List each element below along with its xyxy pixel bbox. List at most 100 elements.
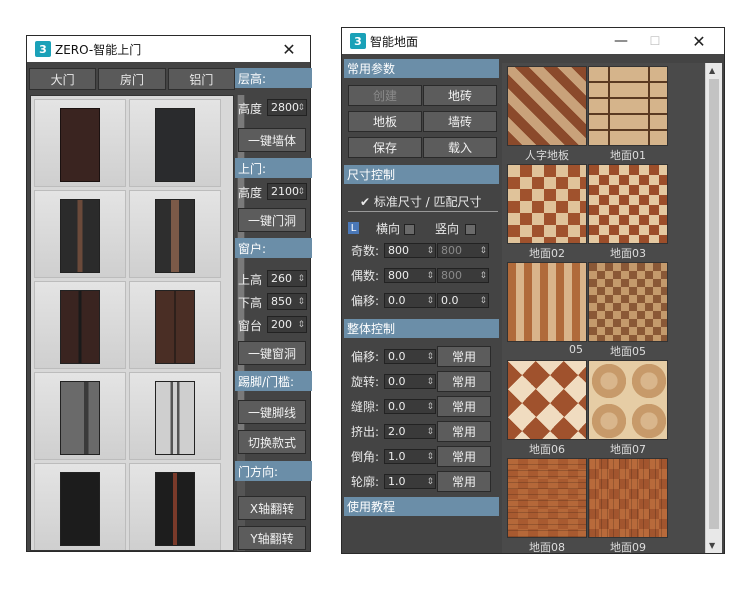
section-size-control: 尺寸控制 — [344, 165, 499, 184]
preset-button[interactable]: 常用 — [437, 446, 491, 467]
pattern-label: 地面07 — [610, 443, 646, 456]
overall-row-label: 旋转: — [351, 375, 380, 389]
floor-board-button[interactable]: 地板 — [348, 111, 422, 132]
save-button[interactable]: 保存 — [348, 137, 422, 158]
door-thumbnail[interactable] — [34, 99, 126, 187]
door-image — [60, 290, 100, 364]
minimize-icon[interactable]: — — [604, 28, 638, 54]
window-opening-button[interactable]: 一键窗洞 — [238, 341, 306, 365]
zero-door-window: 3 ZERO-智能上门 ✕ 大门 房门 铝门 层高: 高度 2800 一键墙体 … — [26, 35, 312, 552]
pattern-tile[interactable] — [507, 262, 587, 342]
flip-x-button[interactable]: X轴翻转 — [238, 496, 306, 520]
door-thumbnail[interactable] — [34, 281, 126, 369]
door-type-tabs: 大门 房门 铝门 — [29, 68, 235, 90]
title-bar[interactable]: 3 智能地面 — ☐ ✕ — [342, 28, 724, 54]
door-thumbnail[interactable] — [129, 99, 221, 187]
pattern-label: 地面03 — [610, 247, 646, 260]
tab-main-door[interactable]: 大门 — [29, 68, 97, 90]
door-thumbnail[interactable] — [34, 372, 126, 460]
load-button[interactable]: 载入 — [423, 137, 497, 158]
pattern-tile[interactable] — [507, 164, 587, 244]
overall-rotate-stepper[interactable]: 0.0 — [384, 374, 436, 389]
pattern-tile[interactable] — [588, 360, 668, 440]
offset-x-stepper[interactable]: 0.0 — [384, 293, 436, 308]
skirting-button[interactable]: 一键脚线 — [238, 400, 306, 424]
pattern-tile[interactable] — [588, 164, 668, 244]
even-width-stepper[interactable]: 800 — [384, 268, 436, 283]
offset-y-stepper[interactable]: 0.0 — [437, 293, 489, 308]
divider — [348, 211, 498, 212]
even-height-stepper[interactable]: 800 — [437, 268, 489, 283]
door-opening-button[interactable]: 一键门洞 — [238, 208, 306, 232]
tab-aluminum-door[interactable]: 铝门 — [167, 68, 235, 90]
overall-bevel-stepper[interactable]: 1.0 — [384, 449, 436, 464]
close-icon[interactable]: ✕ — [682, 28, 716, 54]
door-image — [60, 381, 100, 455]
upper-height-stepper[interactable]: 260 — [267, 270, 307, 287]
app-logo-icon: 3 — [350, 33, 366, 49]
overall-offset-stepper[interactable]: 0.0 — [384, 349, 436, 364]
scroll-up-icon[interactable]: ▲ — [709, 66, 715, 75]
door-height-stepper[interactable]: 2100 — [267, 183, 307, 200]
preset-button[interactable]: 常用 — [437, 346, 491, 367]
overall-row-label: 偏移: — [351, 350, 380, 364]
door-thumbnail[interactable] — [129, 281, 221, 369]
flip-y-button[interactable]: Y轴翻转 — [238, 526, 306, 550]
horizontal-checkbox[interactable] — [404, 224, 415, 235]
overall-gap-stepper[interactable]: 0.0 — [384, 399, 436, 414]
overall-outline-stepper[interactable]: 1.0 — [384, 474, 436, 489]
overall-row-label: 挤出: — [351, 425, 380, 439]
pattern-tile[interactable] — [588, 262, 668, 342]
height-stepper[interactable]: 2800 — [267, 99, 307, 116]
odd-height-stepper[interactable]: 800 — [437, 243, 489, 258]
pattern-tile[interactable] — [588, 458, 668, 538]
vertical-checkbox[interactable] — [465, 224, 476, 235]
close-icon[interactable]: ✕ — [272, 36, 306, 62]
odd-width-stepper[interactable]: 800 — [384, 243, 436, 258]
preset-button[interactable]: 常用 — [437, 396, 491, 417]
switch-style-button[interactable]: 切换款式 — [238, 430, 306, 454]
section-tutorial[interactable]: 使用教程 — [344, 497, 499, 516]
preset-button[interactable]: 常用 — [437, 421, 491, 442]
wall-tile-button[interactable]: 墙砖 — [423, 111, 497, 132]
floor-tile-button[interactable]: 地砖 — [423, 85, 497, 106]
overall-row-label: 轮廓: — [351, 475, 380, 489]
door-thumbnail[interactable] — [34, 463, 126, 550]
pattern-label: 地面09 — [610, 541, 646, 554]
pattern-label: 05 — [569, 343, 583, 356]
pattern-tile[interactable] — [507, 458, 587, 538]
preset-button[interactable]: 常用 — [437, 471, 491, 492]
pattern-tile[interactable] — [507, 360, 587, 440]
overall-extrude-stepper[interactable]: 2.0 — [384, 424, 436, 439]
section-skirting: 踢脚/门槛: — [235, 371, 312, 391]
pattern-tile[interactable] — [588, 66, 668, 146]
even-label: 偶数: — [351, 269, 380, 283]
lower-height-label: 下高 — [238, 296, 263, 310]
pattern-label: 地面08 — [529, 541, 565, 554]
app-logo-icon: 3 — [35, 41, 51, 57]
door-thumbnail[interactable] — [34, 190, 126, 278]
create-button[interactable]: 创建 — [348, 85, 422, 106]
standard-size-checkbox[interactable]: ✔ 标准尺寸 / 匹配尺寸 — [360, 193, 482, 210]
maximize-icon[interactable]: ☐ — [638, 28, 672, 54]
overall-row-label: 缝隙: — [351, 400, 380, 414]
section-window: 窗户: — [235, 238, 312, 258]
section-common-params: 常用参数 — [344, 59, 499, 78]
pattern-tile[interactable] — [507, 66, 587, 146]
lower-height-stepper[interactable]: 850 — [267, 293, 307, 310]
title-bar[interactable]: 3 ZERO-智能上门 ✕ — [27, 36, 310, 62]
pattern-scrollbar[interactable]: ▲ ▼ — [705, 63, 722, 553]
wall-button[interactable]: 一键墙体 — [238, 128, 306, 152]
window-title: 智能地面 — [370, 34, 419, 49]
scroll-down-icon[interactable]: ▼ — [709, 541, 715, 550]
overall-row-label: 倒角: — [351, 450, 380, 464]
sill-stepper[interactable]: 200 — [267, 316, 307, 333]
door-thumbnail[interactable] — [129, 463, 221, 550]
door-image — [155, 472, 195, 546]
tab-room-door[interactable]: 房门 — [98, 68, 166, 90]
door-thumbnail[interactable] — [129, 372, 221, 460]
door-thumbnail[interactable] — [129, 190, 221, 278]
scrollbar-thumb[interactable] — [709, 79, 719, 529]
door-image — [155, 199, 195, 273]
preset-button[interactable]: 常用 — [437, 371, 491, 392]
